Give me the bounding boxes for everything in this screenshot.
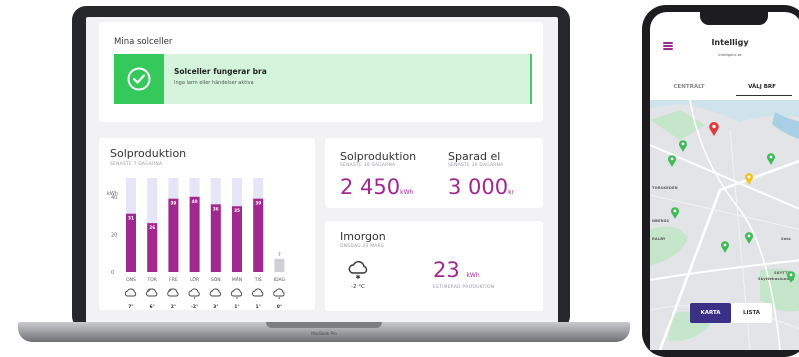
production-chart-card: Solproduktion SENASTE 7 DAGARNA kWh 0 20 40… bbox=[99, 138, 315, 310]
tomorrow-card: Imorgon ONSDAG 20 MARS ✱ -2 °C 23 kWh ES… bbox=[325, 221, 543, 311]
tomorrow-value: 23 bbox=[433, 258, 460, 282]
production-unit: kWh bbox=[400, 189, 414, 196]
x-tick-label: TOR bbox=[146, 277, 156, 283]
tomorrow-subtitle: ONSDAG 20 MARS bbox=[340, 244, 384, 249]
cloud-snow-icon bbox=[273, 288, 285, 297]
check-icon bbox=[114, 54, 164, 104]
y-tick-label: 20 bbox=[111, 232, 117, 238]
temperature-label: 2° bbox=[171, 304, 176, 310]
alert-title: Solceller fungerar bra bbox=[174, 67, 267, 76]
map-marker-red-icon[interactable] bbox=[708, 121, 720, 137]
bar bbox=[168, 198, 179, 272]
map-label: RALBY bbox=[652, 237, 666, 241]
bar-value-label: 39 bbox=[170, 201, 176, 207]
laptop-brand: MacBook Pro bbox=[311, 331, 337, 336]
cloud-icon bbox=[252, 288, 264, 297]
precipitation-icon bbox=[278, 297, 281, 299]
precipitation-icon bbox=[236, 297, 238, 299]
menu-icon[interactable] bbox=[663, 42, 673, 50]
map-label: TORSKEDEN bbox=[652, 186, 678, 190]
list-view-button[interactable]: LISTA bbox=[731, 303, 772, 323]
bar-value-label: 39 bbox=[255, 201, 261, 207]
bar bbox=[210, 204, 221, 272]
status-alert: Solceller fungerar bra Inga larm eller h… bbox=[114, 54, 532, 104]
production-title: Solproduktion bbox=[340, 150, 417, 163]
svg-text:✱: ✱ bbox=[355, 274, 360, 281]
precipitation-icon bbox=[193, 297, 196, 299]
bar-value-label: 36 bbox=[213, 206, 219, 212]
tab-centralt[interactable]: CENTRALT bbox=[654, 78, 724, 96]
production-bar-chart: kWh0204031ONS7°26TOR6°39FRE2°40LÖR-2°36S… bbox=[107, 178, 286, 310]
y-tick-label: 40 bbox=[111, 195, 117, 201]
saved-title: Sparad el bbox=[448, 150, 501, 163]
bar bbox=[253, 198, 264, 272]
map-marker-green-icon[interactable] bbox=[766, 152, 776, 166]
laptop-screen: Mina solceller Solceller fungerar bra In… bbox=[86, 17, 558, 323]
bar-value-label: 7 bbox=[278, 252, 281, 258]
bar bbox=[126, 213, 136, 272]
temperature-label: 6° bbox=[150, 304, 155, 310]
tomorrow-value-wrap: 23 kWh bbox=[433, 258, 480, 282]
map-marker-green-icon[interactable] bbox=[720, 240, 730, 254]
map-marker-green-icon[interactable] bbox=[786, 270, 796, 284]
cloud-rain-icon bbox=[188, 288, 200, 297]
app-url: intelligenx.se bbox=[718, 53, 742, 57]
map-marker-green-icon[interactable] bbox=[667, 154, 677, 168]
page-title: Mina solceller bbox=[114, 37, 173, 47]
map-marker-green-icon[interactable] bbox=[744, 231, 754, 245]
saved-unit: kr bbox=[508, 189, 515, 196]
bar-value-label: 40 bbox=[192, 199, 198, 205]
map-marker-yellow-icon[interactable] bbox=[744, 172, 754, 186]
app-logo: Intelligy bbox=[711, 38, 749, 47]
phone-notch bbox=[700, 11, 768, 25]
temperature-label: 1° bbox=[234, 304, 239, 310]
saved-subtitle: SENASTE 30 DAGARNA bbox=[448, 163, 504, 168]
temperature-label: -2° bbox=[191, 304, 198, 310]
tab-valj-brf[interactable]: VÄLJ BRF bbox=[726, 78, 798, 96]
x-tick-label: MÅN bbox=[232, 276, 242, 283]
cloud-snow-icon: ✱ bbox=[348, 261, 368, 281]
bar-track bbox=[274, 258, 285, 272]
cloud-icon bbox=[124, 288, 137, 297]
tomorrow-estimate-label: ESTIMERAD PRODUKTION bbox=[433, 285, 495, 290]
map-marker-green-icon[interactable] bbox=[678, 139, 688, 153]
tomorrow-title: Imorgon bbox=[340, 230, 386, 243]
x-tick-label: SÖN bbox=[211, 276, 221, 283]
bar bbox=[232, 206, 242, 272]
x-tick-label: IDAG bbox=[274, 277, 286, 283]
x-tick-label: FRE bbox=[169, 277, 178, 283]
saved-value: 3 000 bbox=[448, 175, 509, 199]
alert-subtitle: Inga larm eller händelser aktiva bbox=[174, 80, 254, 86]
production-value-wrap: 2 450kWh bbox=[340, 175, 413, 199]
temperature-label: 7° bbox=[128, 304, 133, 310]
bar-value-label: 31 bbox=[128, 216, 134, 222]
saved-value-wrap: 3 000kr bbox=[448, 175, 514, 199]
temperature-label: 1° bbox=[256, 304, 261, 310]
temperature-label: 0° bbox=[277, 304, 282, 310]
summary-card: Solproduktion SENASTE 30 DAGARNA 2 450kW… bbox=[325, 138, 543, 208]
bar bbox=[189, 196, 200, 272]
y-tick-label: 0 bbox=[111, 270, 114, 276]
tomorrow-temperature: -2 °C bbox=[351, 284, 365, 290]
laptop-notch bbox=[266, 322, 382, 328]
production-value: 2 450 bbox=[340, 175, 401, 199]
map-marker-green-icon[interactable] bbox=[670, 206, 680, 220]
bar-value-label: 26 bbox=[149, 225, 155, 231]
tab-bar: CENTRALT VÄLJ BRF bbox=[650, 78, 799, 96]
x-tick-label: TIS bbox=[254, 277, 262, 283]
tomorrow-unit: kWh bbox=[466, 272, 480, 279]
cloud-rain-icon bbox=[230, 288, 243, 297]
bar-value-label: 35 bbox=[234, 208, 240, 214]
temperature-label: 3° bbox=[213, 304, 218, 310]
cloud-icon bbox=[209, 288, 221, 297]
map-label: Sota bbox=[781, 237, 791, 241]
map-view-button[interactable]: KARTA bbox=[690, 303, 731, 323]
production-subtitle: SENASTE 30 DAGARNA bbox=[340, 163, 396, 168]
x-tick-label: ONS bbox=[126, 277, 136, 283]
map-label: NBERGS bbox=[652, 219, 670, 223]
solar-status-card: Mina solceller Solceller fungerar bra In… bbox=[99, 22, 543, 122]
x-tick-label: LÖR bbox=[190, 276, 199, 283]
